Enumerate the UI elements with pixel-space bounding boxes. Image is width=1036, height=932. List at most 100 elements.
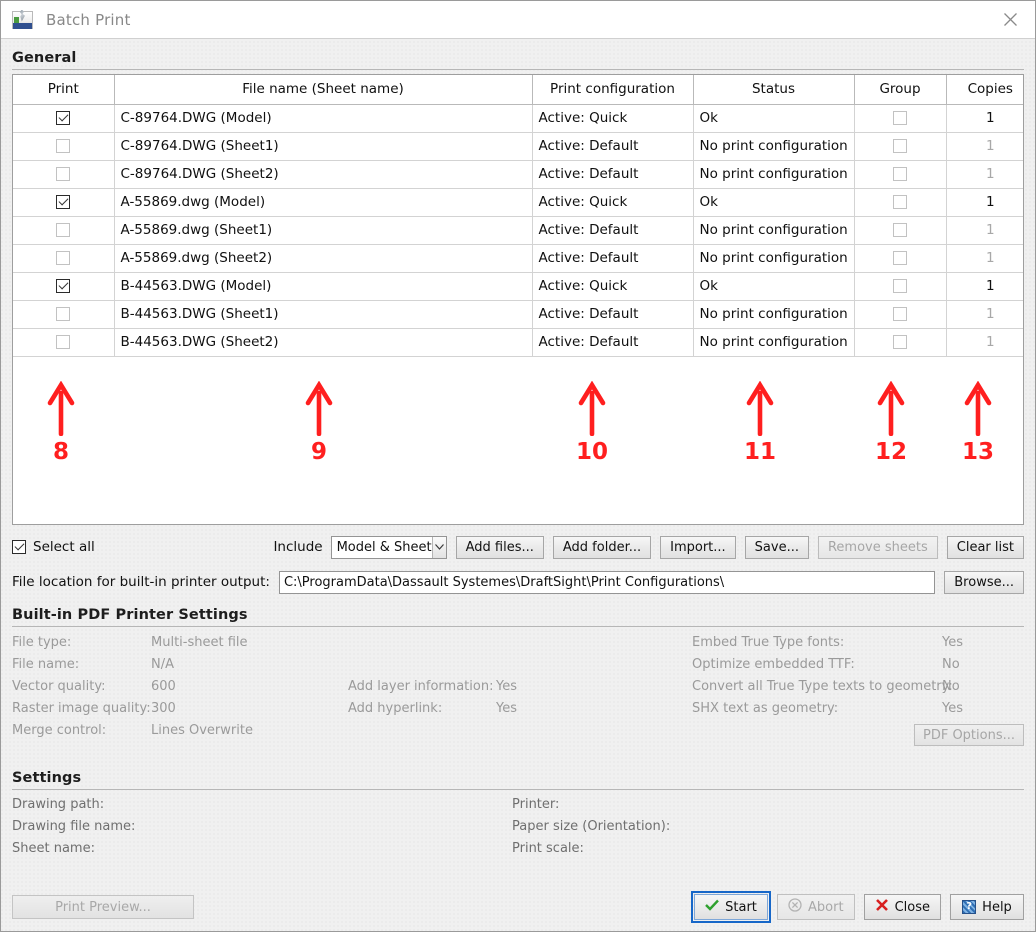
list-button-add-files[interactable]: Add files...	[455, 535, 544, 559]
list-button-import[interactable]: Import...	[660, 535, 736, 559]
row-group-cell[interactable]	[854, 188, 947, 217]
list-button-save[interactable]: Save...	[744, 535, 809, 559]
table-row[interactable]: A-55869.dwg (Model) Active: Quick Ok 1	[13, 188, 1023, 217]
row-print-checkbox[interactable]	[56, 223, 71, 237]
print-preview-button[interactable]: Print Preview...	[12, 895, 194, 919]
row-print-cell[interactable]	[13, 132, 115, 161]
row-config-cell[interactable]: Active: Default	[532, 300, 694, 329]
sheets-list-panel[interactable]: Print File name (Sheet name) Print confi…	[12, 74, 1024, 525]
row-group-checkbox[interactable]	[893, 335, 907, 349]
pdf-setting-row: Convert all True Type texts to geometry:…	[692, 679, 1036, 701]
row-status-value: No print configuration	[699, 250, 848, 266]
row-print-checkbox[interactable]	[56, 307, 71, 321]
row-print-checkbox[interactable]	[56, 251, 71, 265]
row-group-cell[interactable]	[854, 132, 947, 161]
close-button[interactable]: Close	[863, 894, 941, 920]
row-copies-cell[interactable]: 1	[946, 132, 1023, 161]
close-icon[interactable]	[985, 1, 1035, 38]
column-header-copies[interactable]: Copies	[946, 75, 1023, 105]
table-row[interactable]: B-44563.DWG (Model) Active: Quick Ok 1	[13, 272, 1023, 301]
row-group-cell[interactable]	[854, 328, 947, 357]
help-button[interactable]: ? Help	[950, 894, 1024, 920]
row-group-cell[interactable]	[854, 300, 947, 329]
column-header-status[interactable]: Status	[693, 75, 855, 105]
row-copies-cell[interactable]: 1	[946, 328, 1023, 357]
row-print-cell[interactable]	[13, 328, 115, 357]
browse-button[interactable]: Browse...	[944, 570, 1024, 594]
row-copies-cell[interactable]: 1	[946, 216, 1023, 245]
row-config-cell[interactable]: Active: Default	[532, 216, 694, 245]
row-group-cell[interactable]	[854, 216, 947, 245]
row-print-cell[interactable]	[13, 272, 115, 301]
start-button[interactable]: Start	[691, 891, 772, 923]
pdf-setting-key: Raster image quality:	[12, 701, 151, 716]
select-all-checkbox[interactable]	[12, 540, 26, 554]
table-row[interactable]: B-44563.DWG (Sheet2) Active: Default No pr…	[13, 328, 1023, 357]
row-print-checkbox[interactable]	[56, 195, 71, 209]
row-print-checkbox[interactable]	[56, 279, 71, 293]
row-group-checkbox[interactable]	[893, 195, 907, 209]
row-copies-cell[interactable]: 1	[946, 104, 1023, 133]
row-config-value: Active: Default	[538, 306, 639, 322]
row-print-cell[interactable]	[13, 300, 115, 329]
row-print-checkbox[interactable]	[56, 335, 71, 349]
row-status-cell: No print configuration	[693, 216, 855, 245]
row-group-checkbox[interactable]	[893, 223, 907, 237]
table-row[interactable]: A-55869.dwg (Sheet1) Active: Default No pr…	[13, 216, 1023, 245]
row-group-checkbox[interactable]	[893, 167, 907, 181]
row-group-checkbox[interactable]	[893, 279, 907, 293]
row-print-cell[interactable]	[13, 104, 115, 133]
row-config-cell[interactable]: Active: Quick	[532, 272, 694, 301]
row-config-cell[interactable]: Active: Default	[532, 160, 694, 189]
table-row[interactable]: B-44563.DWG (Sheet1) Active: Default No pr…	[13, 300, 1023, 329]
file-location-input[interactable]: C:\ProgramData\Dassault Systemes\DraftSi…	[278, 570, 936, 594]
pdf-setting-row: SHX text as geometry: Yes	[692, 701, 1036, 723]
table-row[interactable]: C-89764.DWG (Model) Active: Quick Ok 1	[13, 104, 1023, 133]
list-button-clear-list[interactable]: Clear list	[946, 535, 1024, 559]
list-button-remove-sheets: Remove sheets	[817, 535, 938, 559]
row-group-cell[interactable]	[854, 272, 947, 301]
row-print-cell[interactable]	[13, 216, 115, 245]
row-print-checkbox[interactable]	[56, 111, 71, 125]
row-copies-cell[interactable]: 1	[946, 244, 1023, 273]
row-copies-cell[interactable]: 1	[946, 272, 1023, 301]
row-group-checkbox[interactable]	[893, 111, 907, 125]
table-row[interactable]: A-55869.dwg (Sheet2) Active: Default No pr…	[13, 244, 1023, 273]
pdf-setting-value: No	[942, 679, 960, 694]
row-config-cell[interactable]: Active: Default	[532, 132, 694, 161]
row-group-cell[interactable]	[854, 160, 947, 189]
include-dropdown[interactable]: Model & Sheet	[330, 535, 447, 559]
pdf-options-button[interactable]: PDF Options...	[913, 724, 1024, 746]
column-header-group[interactable]: Group	[854, 75, 947, 105]
row-print-cell[interactable]	[13, 160, 115, 189]
row-copies-cell[interactable]: 1	[946, 160, 1023, 189]
pdf-setting-value: 300	[151, 701, 176, 716]
pdf-setting-row: Raster image quality: 300	[12, 701, 342, 723]
row-print-checkbox[interactable]	[56, 139, 71, 153]
row-print-cell[interactable]	[13, 188, 115, 217]
row-file-cell: C-89764.DWG (Sheet1)	[114, 132, 533, 161]
row-group-cell[interactable]	[854, 104, 947, 133]
column-header-config[interactable]: Print configuration	[532, 75, 694, 105]
row-group-checkbox[interactable]	[893, 307, 907, 321]
select-all-control[interactable]: Select all	[12, 539, 95, 555]
row-print-checkbox[interactable]	[56, 167, 71, 181]
row-print-cell[interactable]	[13, 244, 115, 273]
row-group-checkbox[interactable]	[893, 139, 907, 153]
row-config-cell[interactable]: Active: Quick	[532, 104, 694, 133]
row-config-cell[interactable]: Active: Quick	[532, 188, 694, 217]
row-config-cell[interactable]: Active: Default	[532, 244, 694, 273]
list-button-add-folder[interactable]: Add folder...	[552, 535, 652, 559]
row-status-value: Ok	[699, 194, 718, 210]
table-row[interactable]: C-89764.DWG (Sheet1) Active: Default No pr…	[13, 132, 1023, 161]
help-button-label: Help	[982, 899, 1012, 915]
row-group-checkbox[interactable]	[893, 251, 907, 265]
chevron-down-icon[interactable]	[431, 536, 446, 558]
column-header-file[interactable]: File name (Sheet name)	[114, 75, 533, 105]
row-config-cell[interactable]: Active: Default	[532, 328, 694, 357]
row-copies-cell[interactable]: 1	[946, 300, 1023, 329]
row-group-cell[interactable]	[854, 244, 947, 273]
row-copies-cell[interactable]: 1	[946, 188, 1023, 217]
column-header-print[interactable]: Print	[13, 75, 115, 105]
table-row[interactable]: C-89764.DWG (Sheet2) Active: Default No pr…	[13, 160, 1023, 189]
